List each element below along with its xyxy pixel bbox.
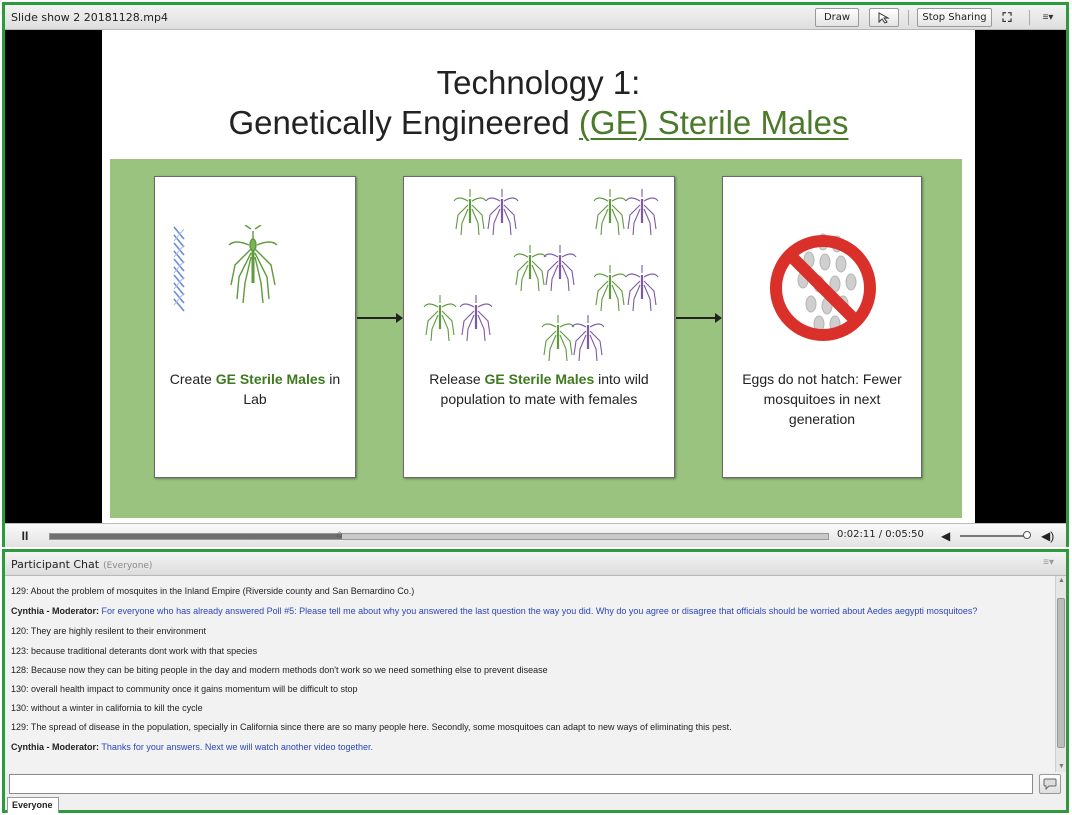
speech-bubble-icon (1043, 778, 1057, 791)
chat-title: Participant Chat (Everyone) (11, 558, 152, 571)
message-sender: Cynthia - Moderator: (11, 606, 100, 616)
female-mosquito-icon (625, 189, 659, 236)
step-card-caption: Release GE Sterile Males into wild popul… (410, 369, 668, 409)
slide-title-highlight: (GE) Sterile Males (578, 104, 849, 141)
message-text: About the problem of mosquites in the In… (30, 586, 415, 596)
pause-button[interactable]: II (15, 528, 35, 544)
message-text: They are highly resilent to their enviro… (30, 626, 206, 636)
scroll-thumb[interactable] (1057, 598, 1065, 748)
send-to-selector[interactable]: Everyone (7, 797, 59, 813)
chat-title-text: Participant Chat (11, 558, 100, 571)
step-card-caption: Create GE Sterile Males in Lab (161, 369, 349, 409)
playback-time: 0:02:11 / 0:05:50 (837, 529, 924, 540)
slide: Technology 1: Genetically Engineered (GE… (102, 30, 975, 523)
caption-text: Create (169, 371, 216, 387)
caption-highlight: GE Sterile Males (484, 371, 595, 387)
chat-message: 128: Because now they can be biting peop… (11, 665, 548, 675)
message-sender: 129: (11, 586, 29, 596)
send-message-button[interactable] (1039, 774, 1061, 794)
chat-message: 130: without a winter in california to k… (11, 703, 203, 713)
slide-diagram-panel: Create GE Sterile Males in Lab Release G… (110, 159, 962, 518)
caption-text: Release (429, 371, 485, 387)
scroll-down-icon[interactable]: ▼ (1056, 762, 1067, 772)
pointer-button[interactable] (869, 8, 899, 27)
male-mosquito-icon (228, 225, 278, 304)
chat-message: 129: About the problem of mosquites in t… (11, 586, 414, 596)
seek-bar[interactable]: ⌂ (49, 529, 829, 540)
scroll-up-icon[interactable]: ▲ (1056, 576, 1067, 586)
chat-message: 130: overall health impact to community … (11, 684, 358, 694)
message-text: Because now they can be biting people in… (31, 665, 548, 675)
share-titlebar: Slide show 2 20181128.mp4 Draw Stop Shar… (5, 5, 1066, 30)
chat-log: 129: About the problem of mosquites in t… (5, 576, 1055, 772)
chat-menu-icon[interactable]: ≡▾ (1043, 557, 1054, 568)
slide-title-line1: Technology 1: (436, 64, 641, 101)
slide-title-prefix: Genetically Engineered (228, 104, 579, 141)
toolbar-divider (1029, 10, 1030, 25)
message-text: without a winter in california to kill t… (31, 703, 203, 713)
message-text: overall health impact to community once … (31, 684, 358, 694)
chat-scrollbar[interactable]: ▲ ▼ (1055, 576, 1066, 772)
stop-sharing-button[interactable]: Stop Sharing (917, 8, 992, 27)
chat-header: Participant Chat (Everyone) ≡▾ (5, 552, 1066, 576)
male-mosquito-icon (593, 189, 627, 236)
flow-arrow (357, 313, 403, 323)
volume-slider[interactable] (960, 531, 1031, 539)
seek-thumb[interactable]: ⌂ (337, 529, 347, 541)
chat-message: Cynthia - Moderator: Thanks for your ans… (11, 742, 373, 752)
volume-low-icon[interactable]: ◀ (941, 527, 950, 545)
male-mosquito-icon (453, 189, 487, 236)
message-text: For everyone who has already answered Po… (101, 606, 978, 616)
seek-progress (50, 534, 342, 539)
female-mosquito-icon (459, 295, 493, 342)
fullscreen-icon[interactable]: ⛶ (997, 8, 1017, 27)
volume-knob[interactable] (1022, 531, 1031, 539)
message-text: Thanks for your answers. Next we will wa… (101, 742, 373, 752)
female-mosquito-icon (485, 189, 519, 236)
panel-menu-icon[interactable]: ≡▾ (1038, 8, 1058, 27)
chat-message: 123: because traditional deterants dont … (11, 646, 257, 656)
caption-highlight: GE Sterile Males (215, 371, 326, 387)
message-text: The spread of disease in the population,… (30, 722, 732, 732)
chat-message-input[interactable] (9, 774, 1033, 794)
step-card-result: Eggs do not hatch: Fewer mosquitoes in n… (722, 176, 922, 478)
male-mosquito-icon (513, 245, 547, 292)
step-card-caption: Eggs do not hatch: Fewer mosquitoes in n… (742, 371, 902, 427)
draw-button[interactable]: Draw (815, 8, 859, 27)
no-eggs-hatch-icon (770, 233, 876, 341)
pointer-icon (878, 12, 890, 24)
mosquito-swarm-illustration (423, 189, 659, 361)
flow-arrow (676, 313, 722, 323)
participant-chat-panel: Participant Chat (Everyone) ≡▾ 129: About… (2, 549, 1069, 813)
step-card-release: Release GE Sterile Males into wild popul… (403, 176, 675, 478)
message-sender: 128: (11, 665, 29, 675)
slide-title: Technology 1: Genetically Engineered (GE… (102, 63, 975, 143)
message-text: because traditional deterants dont work … (31, 646, 258, 656)
step-card-create: Create GE Sterile Males in Lab (154, 176, 356, 478)
toolbar-divider (908, 10, 909, 25)
slide-title-line2: Genetically Engineered (GE) Sterile Male… (102, 103, 975, 143)
female-mosquito-icon (571, 315, 605, 361)
message-sender: 129: (11, 722, 29, 732)
female-mosquito-icon (625, 265, 659, 312)
message-sender: 130: (11, 703, 29, 713)
dna-icon (173, 226, 185, 312)
chat-scope: (Everyone) (103, 561, 153, 571)
female-mosquito-icon (543, 245, 577, 292)
volume-high-icon[interactable]: ◀) (1041, 527, 1054, 545)
playback-bar: II ⌂ 0:02:11 / 0:05:50 ◀ ◀) (5, 523, 1066, 547)
chat-message: 120: They are highly resilent to their e… (11, 626, 206, 636)
message-sender: 130: (11, 684, 29, 694)
male-mosquito-icon (541, 315, 575, 361)
male-mosquito-icon (593, 265, 627, 312)
chat-message: 129: The spread of disease in the popula… (11, 722, 732, 732)
shared-video-panel: Slide show 2 20181128.mp4 Draw Stop Shar… (2, 2, 1069, 547)
message-sender: 123: (11, 646, 29, 656)
shared-file-title: Slide show 2 20181128.mp4 (11, 11, 168, 24)
message-sender: Cynthia - Moderator: (11, 742, 100, 752)
male-mosquito-icon (423, 295, 457, 342)
chat-message: Cynthia - Moderator: For everyone who ha… (11, 606, 977, 616)
message-sender: 120: (11, 626, 29, 636)
